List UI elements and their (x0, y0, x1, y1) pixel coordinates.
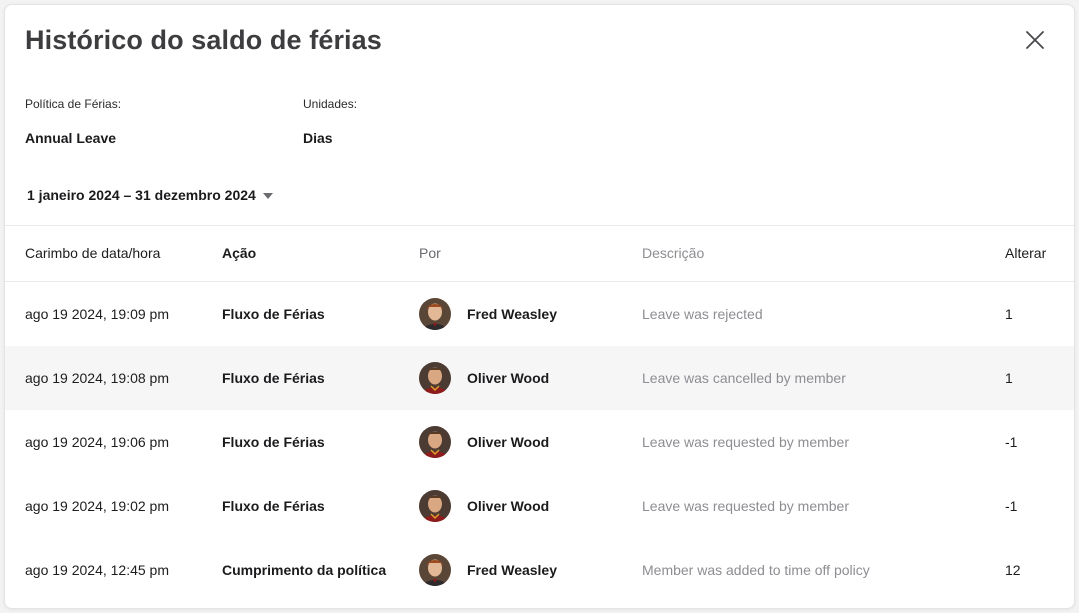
action-cell: Fluxo de Férias (222, 370, 325, 386)
user-name: Fred Weasley (467, 562, 558, 578)
user-name: Oliver Wood (467, 498, 550, 514)
policy-label: Política de Férias: (25, 97, 122, 111)
timestamp-cell: ago 19 2024, 19:08 pm (25, 370, 170, 386)
timestamp-cell: ago 19 2024, 19:09 pm (25, 306, 170, 322)
leave-balance-history-dialog: Histórico do saldo de férias Política de… (4, 4, 1075, 609)
action-cell: Fluxo de Férias (222, 498, 325, 514)
chevron-down-icon (262, 193, 273, 199)
by-cell: Fred Weasley (419, 282, 557, 346)
table-header: Carimbo de data/hora Ação Por Descrição … (5, 225, 1074, 282)
avatar (419, 490, 451, 522)
table-row: ago 19 2024, 12:45 pm Cumprimento da pol… (5, 538, 1074, 602)
timestamp-cell: ago 19 2024, 12:45 pm (25, 562, 170, 578)
table-row: ago 19 2024, 19:08 pm Fluxo de Férias Ol… (5, 346, 1074, 410)
action-cell: Fluxo de Férias (222, 434, 325, 450)
user-name: Fred Weasley (467, 306, 558, 322)
by-cell: Oliver Wood (419, 410, 549, 474)
avatar (419, 362, 451, 394)
header-timestamp[interactable]: Carimbo de data/hora (25, 245, 160, 261)
by-cell: Fred Weasley (419, 538, 557, 602)
avatar (419, 426, 451, 458)
by-cell: Oliver Wood (419, 346, 549, 410)
header-by[interactable]: Por (419, 245, 441, 261)
change-cell: 12 (1005, 562, 1021, 578)
table-row: ago 19 2024, 19:02 pm Fluxo de Férias Ol… (5, 474, 1074, 538)
timestamp-cell: ago 19 2024, 19:06 pm (25, 434, 170, 450)
action-cell: Cumprimento da política (222, 562, 387, 578)
description-cell: Leave was rejected (642, 306, 763, 322)
avatar (419, 554, 451, 586)
close-button[interactable] (1022, 27, 1048, 53)
description-cell: Leave was requested by member (642, 434, 849, 450)
date-range-label: 1 janeiro 2024 – 31 dezembro 2024 (27, 187, 256, 203)
timestamp-cell: ago 19 2024, 19:02 pm (25, 498, 170, 514)
header-description[interactable]: Descrição (642, 245, 704, 261)
table-row: ago 19 2024, 19:06 pm Fluxo de Férias Ol… (5, 410, 1074, 474)
change-cell: -1 (1005, 434, 1018, 450)
avatar (419, 298, 451, 330)
header-action[interactable]: Ação (222, 245, 256, 261)
units-info: Unidades: Dias (303, 97, 357, 146)
dialog-title: Histórico do saldo de férias (25, 25, 382, 55)
by-cell: Oliver Wood (419, 474, 549, 538)
header-change[interactable]: Alterar (1005, 245, 1046, 261)
description-cell: Member was added to time off policy (642, 562, 870, 578)
table-row: ago 19 2024, 19:09 pm Fluxo de Férias Fr… (5, 282, 1074, 346)
units-value: Dias (303, 130, 333, 146)
description-cell: Leave was cancelled by member (642, 370, 846, 386)
units-label: Unidades: (303, 97, 358, 111)
change-cell: 1 (1005, 306, 1013, 322)
close-icon (1026, 31, 1044, 49)
description-cell: Leave was requested by member (642, 498, 849, 514)
user-name: Oliver Wood (467, 370, 550, 386)
change-cell: -1 (1005, 498, 1018, 514)
action-cell: Fluxo de Férias (222, 306, 325, 322)
history-table: Carimbo de data/hora Ação Por Descrição … (5, 225, 1074, 602)
user-name: Oliver Wood (467, 434, 550, 450)
policy-info: Política de Férias: Annual Leave (25, 97, 121, 146)
date-range-dropdown[interactable]: 1 janeiro 2024 – 31 dezembro 2024 (27, 187, 273, 203)
policy-value: Annual Leave (25, 130, 117, 146)
change-cell: 1 (1005, 370, 1013, 386)
